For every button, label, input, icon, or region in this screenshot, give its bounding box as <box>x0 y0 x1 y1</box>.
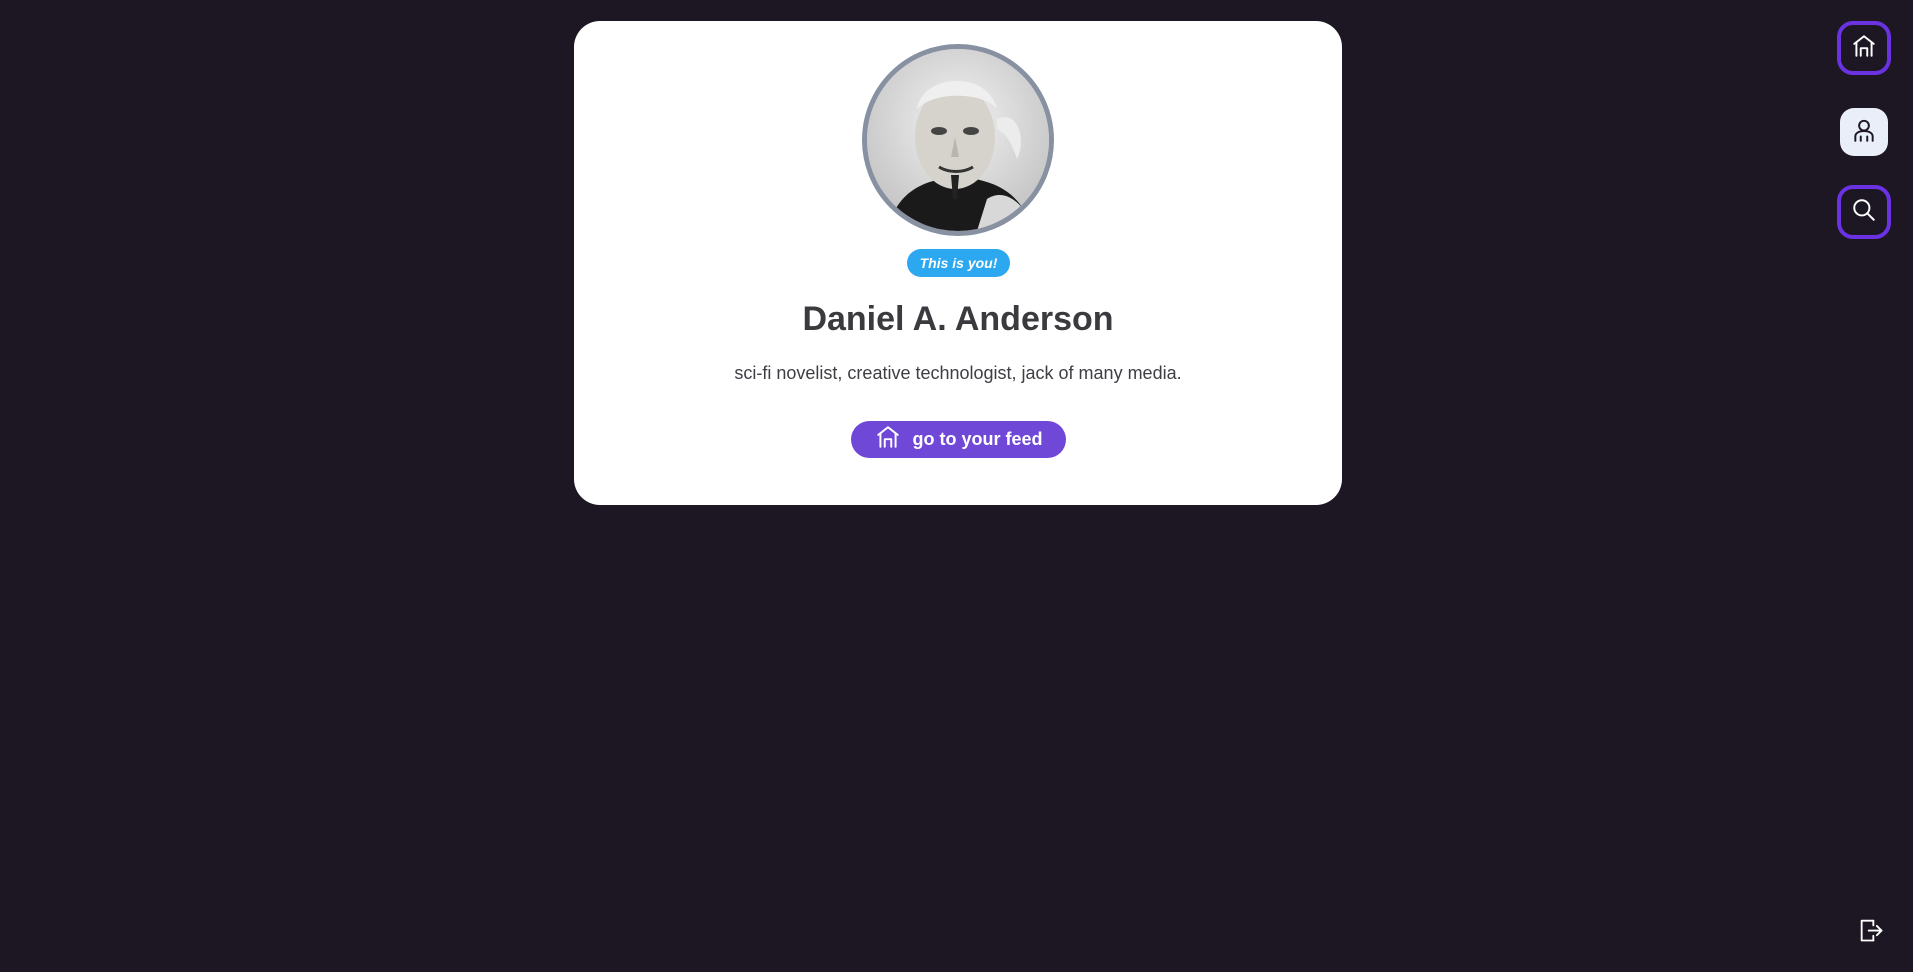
profile-card: This is you! Daniel A. Anderson sci-fi n… <box>574 21 1342 505</box>
logout-icon <box>1857 919 1885 948</box>
go-to-feed-label: go to your feed <box>912 429 1043 449</box>
nav-profile-button[interactable] <box>1840 108 1888 156</box>
user-icon <box>1851 117 1877 148</box>
this-is-you-badge: This is you! <box>907 249 1010 277</box>
search-icon <box>1851 197 1877 228</box>
logout-button[interactable] <box>1857 916 1885 944</box>
profile-bio: sci-fi novelist, creative technologist, … <box>734 363 1182 383</box>
home-icon <box>1851 33 1877 64</box>
home-icon <box>875 424 901 455</box>
profile-name: Daniel A. Anderson <box>802 300 1114 338</box>
go-to-feed-button[interactable]: go to your feed <box>851 421 1066 458</box>
nav-home-button[interactable] <box>1837 21 1891 75</box>
nav-search-button[interactable] <box>1837 185 1891 239</box>
avatar-photo <box>867 49 1049 231</box>
avatar <box>862 44 1054 236</box>
